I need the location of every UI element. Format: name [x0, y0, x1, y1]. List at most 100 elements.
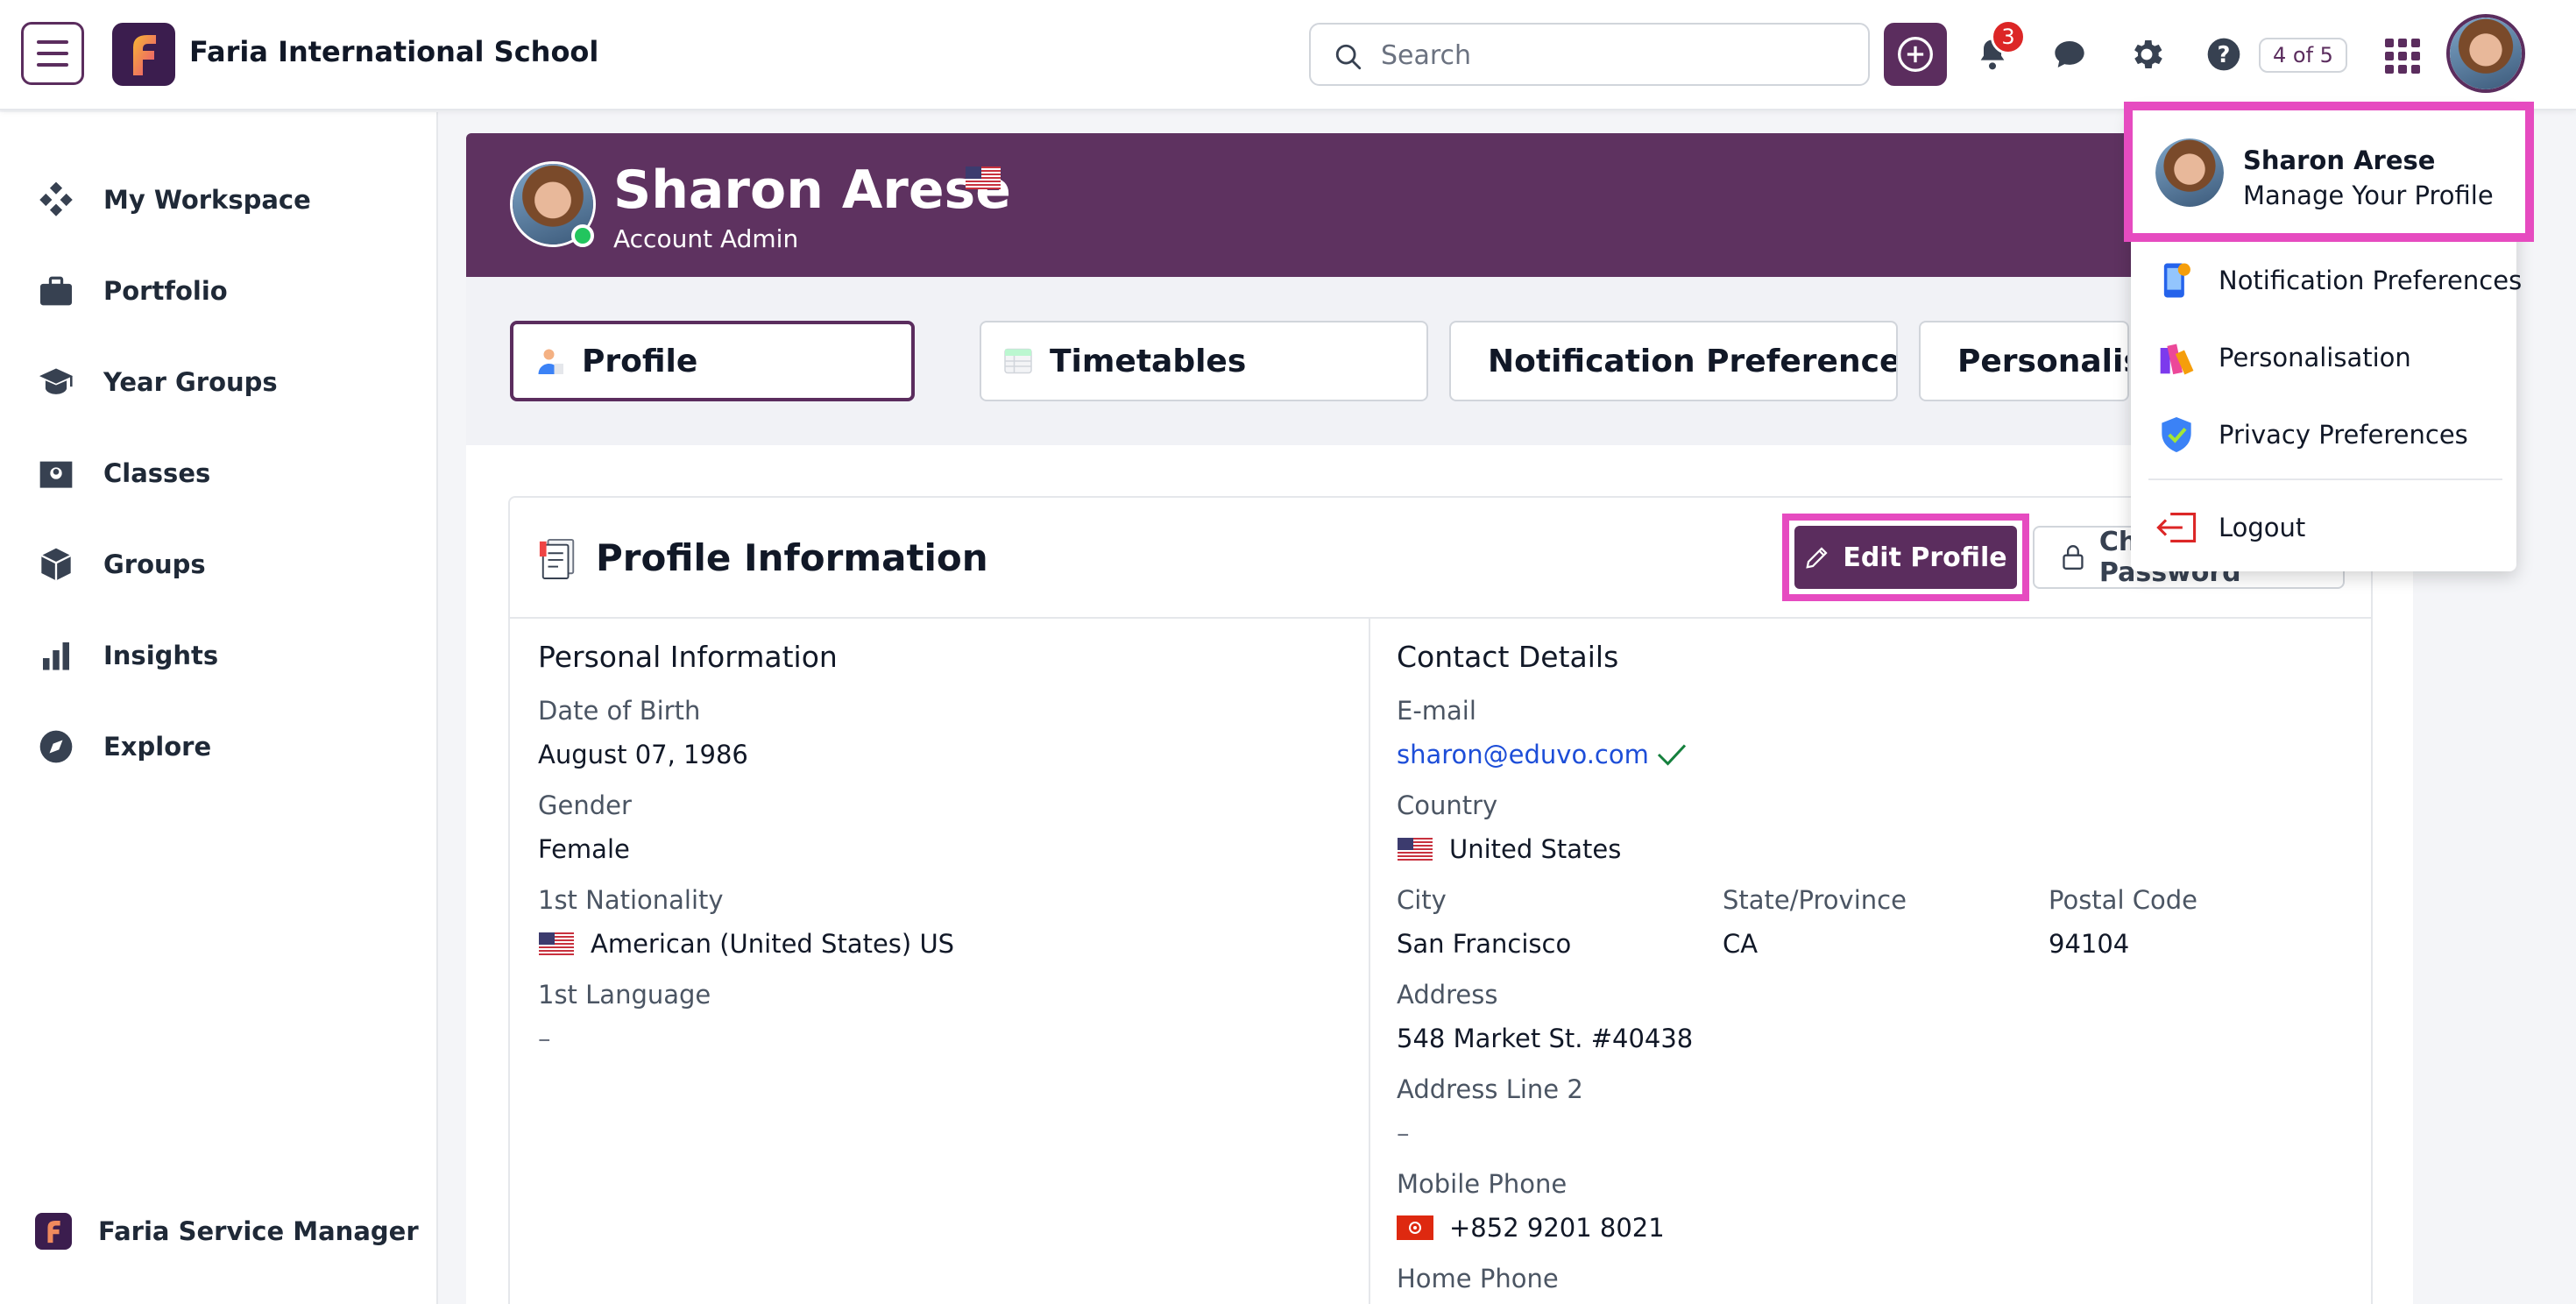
sidebar-item-label: Explore	[103, 732, 212, 762]
state-value: CA	[1723, 929, 1759, 959]
sidebar-item-label: My Workspace	[103, 185, 311, 215]
pencil-icon	[1806, 547, 1828, 569]
dob-value: August 07, 1986	[538, 740, 748, 769]
faria-service-manager-label: Faria Service Manager	[98, 1216, 419, 1246]
us-flag-icon	[539, 932, 574, 955]
check-icon	[1657, 744, 1686, 766]
sidebar-item-insights[interactable]: Insights	[35, 629, 218, 682]
sidebar-item-label: Groups	[103, 549, 206, 579]
settings-button[interactable]	[2126, 33, 2168, 75]
language-value: –	[538, 1024, 551, 1053]
faria-f-icon	[133, 35, 156, 75]
messages-button[interactable]	[2049, 33, 2091, 75]
search-input[interactable]	[1381, 35, 1836, 75]
lock-icon	[2063, 545, 2084, 570]
manage-profile-item[interactable]: Sharon Arese Manage Your Profile	[2124, 102, 2534, 242]
profile-banner: Sharon Arese Account Admin	[466, 133, 2413, 277]
grid-dot	[2411, 52, 2420, 60]
plus-circle-icon	[1898, 37, 1933, 72]
column-divider	[1369, 619, 1370, 1304]
top-bar: Faria International School 3 ? 4 of 5	[0, 0, 2576, 110]
help-button[interactable]: ?	[2203, 33, 2245, 75]
email-label: E-mail	[1397, 696, 1476, 726]
graduation-cap-icon	[35, 361, 77, 403]
faria-service-manager-link[interactable]: Faria Service Manager	[35, 1213, 419, 1250]
tab-personalisation[interactable]: Personalisation	[1919, 321, 2129, 401]
dropdown-item-logout[interactable]: Logout	[2155, 503, 2305, 552]
nationality-value: American (United States) US	[538, 929, 954, 959]
menu-toggle-button[interactable]	[21, 22, 84, 85]
online-status-icon	[571, 224, 594, 247]
compass-icon	[35, 726, 77, 768]
dropdown-avatar	[2155, 138, 2224, 207]
profile-name: Sharon Arese	[613, 159, 1011, 221]
email-link[interactable]: sharon@eduvo.com	[1397, 740, 1649, 769]
tab-timetables[interactable]: Timetables	[980, 321, 1428, 401]
profile-tabs: Profile Timetables Notification Preferen…	[466, 277, 2413, 445]
workspace-icon	[35, 179, 77, 221]
hamburger-line	[37, 63, 68, 67]
palette-icon	[2155, 337, 2197, 379]
sidebar-item-classes[interactable]: Classes	[35, 447, 210, 500]
user-profile-icon	[538, 349, 563, 374]
sidebar-item-label: Classes	[103, 458, 211, 488]
organization-name: Faria International School	[189, 35, 599, 68]
address2-value: –	[1397, 1118, 1410, 1148]
search-box[interactable]	[1309, 23, 1870, 86]
sidebar-item-groups[interactable]: Groups	[35, 538, 206, 591]
grid-dot	[2398, 39, 2407, 47]
address-value: 548 Market St. #40438	[1397, 1024, 1694, 1053]
sidebar-item-my-workspace[interactable]: My Workspace	[35, 174, 311, 226]
dob-label: Date of Birth	[538, 696, 701, 726]
notification-phone-icon	[2155, 259, 2197, 301]
profile-role: Account Admin	[613, 224, 799, 253]
language-label: 1st Language	[538, 980, 711, 1010]
avatar	[2450, 18, 2522, 89]
country-value: United States	[1397, 834, 1621, 864]
postal-code-value: 94104	[2049, 929, 2130, 959]
hamburger-line	[37, 52, 68, 55]
onboarding-steps-badge[interactable]: 4 of 5	[2259, 38, 2347, 73]
manage-profile-label: Manage Your Profile	[2243, 181, 2494, 210]
email-value[interactable]: sharon@eduvo.com	[1397, 740, 1688, 769]
profile-information-card: Profile Information Edit Profile Change …	[508, 496, 2373, 1304]
sidebar-item-label: Insights	[103, 641, 219, 670]
add-button[interactable]	[1884, 23, 1947, 86]
faria-logo[interactable]	[112, 23, 175, 86]
city-label: City	[1397, 885, 1447, 915]
grid-dot	[2385, 39, 2394, 47]
sidebar-item-year-groups[interactable]: Year Groups	[35, 356, 278, 408]
logout-icon	[2155, 507, 2197, 549]
dropdown-user-name: Sharon Arese	[2243, 145, 2436, 175]
hk-flag-icon	[1397, 1215, 1433, 1240]
us-flag-icon	[1398, 838, 1433, 861]
svg-text:?: ?	[2218, 42, 2231, 68]
card-header: Profile Information Edit Profile Change …	[510, 498, 2371, 619]
dropdown-item-personalisation[interactable]: Personalisation	[2155, 333, 2411, 382]
gender-value: Female	[538, 834, 630, 864]
sidebar-item-label: Portfolio	[103, 276, 228, 306]
document-icon	[538, 536, 578, 584]
mobile-phone-value: +852 9201 8021	[1397, 1213, 1665, 1243]
gear-icon	[2134, 40, 2162, 68]
sidebar-item-portfolio[interactable]: Portfolio	[35, 265, 228, 317]
edit-profile-button[interactable]: Edit Profile	[1794, 526, 2017, 589]
dropdown-item-label: Privacy Preferences	[2219, 420, 2468, 450]
tab-notification-preferences[interactable]: Notification Preferences	[1449, 321, 1898, 401]
dropdown-item-privacy-preferences[interactable]: Privacy Preferences	[2155, 410, 2468, 459]
tab-label: Profile	[582, 343, 698, 379]
dropdown-item-notification-preferences[interactable]: Notification Preferences	[2155, 256, 2522, 305]
nationality-label: 1st Nationality	[538, 885, 724, 915]
shield-check-icon	[2155, 414, 2197, 456]
help-circle-icon: ?	[2207, 38, 2240, 71]
dropdown-item-label: Notification Preferences	[2219, 266, 2523, 295]
user-avatar-button[interactable]	[2446, 14, 2525, 93]
gender-label: Gender	[538, 790, 632, 820]
sidebar-item-explore[interactable]: Explore	[35, 720, 211, 773]
cube-icon	[35, 543, 77, 585]
chat-bubble-icon	[2055, 41, 2084, 67]
tab-profile[interactable]: Profile	[510, 321, 915, 401]
apps-grid-icon[interactable]	[2385, 39, 2420, 74]
edit-profile-label: Edit Profile	[1843, 542, 2007, 573]
tab-label: Timetables	[1050, 343, 1247, 379]
